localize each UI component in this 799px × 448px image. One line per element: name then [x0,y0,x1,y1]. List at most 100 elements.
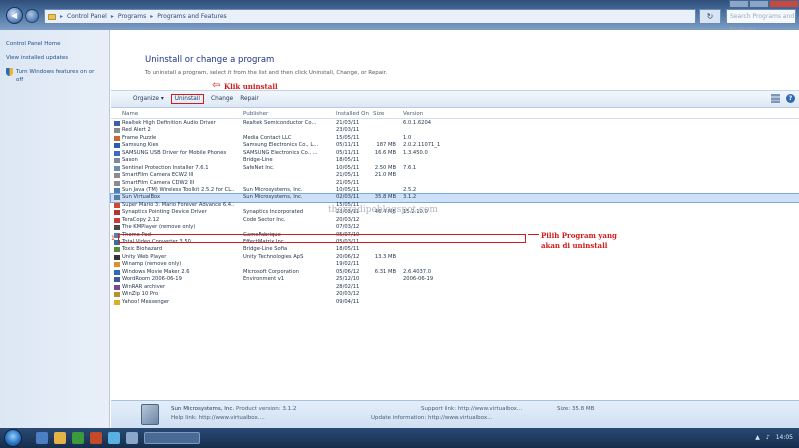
forward-button[interactable] [25,9,39,23]
details-support-link[interactable]: Support link: http://www.virtualbox... [421,406,522,412]
program-size: 2.50 MB [374,164,396,171]
table-row[interactable]: SmartFilm Camera ECW2 III 21/05/11 21.0 MB [111,172,799,179]
details-update-info[interactable]: Update information: http://www.virtualbo… [371,415,492,421]
table-row[interactable]: Sun VirtualBox Sun Microsystems, Inc. 02/0… [110,193,799,203]
clock[interactable]: 14:05 [776,434,793,441]
program-name: Toxic Biohazard [122,246,163,253]
link-control-panel-home[interactable]: Control Panel Home [6,40,103,48]
program-icon [114,165,120,171]
search-input[interactable]: Search Programs and Features [726,9,796,33]
table-row[interactable]: Winamp (remove only) 19/02/11 [111,261,799,268]
firefox-icon[interactable] [90,432,102,444]
start-button[interactable] [4,429,22,447]
network-icon[interactable]: ▲ [755,434,760,441]
help-icon[interactable]: ? [786,94,795,103]
ie-icon[interactable] [36,432,48,444]
address-bar[interactable]: ▸ Control Panel ▸ Programs ▸ Programs an… [44,9,696,24]
table-row[interactable]: WinRAR archiver 28/02/11 [111,284,799,291]
table-row[interactable]: Red Alert 2 23/03/11 [111,127,799,134]
breadcrumb-separator-icon: ▸ [110,13,114,20]
media-player-icon[interactable] [72,432,84,444]
program-icon [114,299,120,305]
program-name: SAMSUNG USB Driver for Mobile Phones [122,149,227,156]
refresh-icon: ↻ [706,12,714,21]
breadcrumb-programs[interactable]: Programs [118,13,146,20]
minimize-button[interactable] [729,0,749,8]
program-name: Winamp (remove only) [122,261,182,268]
program-installed-on: 07/03/12 [336,224,360,231]
back-button[interactable]: ◀ [6,7,23,24]
app-icon[interactable] [108,432,120,444]
program-publisher: SAMSUNG Electronics Co., ... [243,149,318,156]
program-name: Frame Puzzle [122,134,157,141]
table-row[interactable]: Realtek High Definition Audio Driver Real… [111,120,799,127]
annotation-highlight-box [118,234,526,243]
program-list: Realtek High Definition Audio Driver Real… [110,120,799,306]
table-row[interactable]: The KMPlayer (remove only) 07/03/12 [111,224,799,231]
program-installed-on: 10/05/11 [336,164,360,171]
refresh-button[interactable]: ↻ [699,9,721,24]
column-header-version[interactable]: Version [403,111,423,117]
column-header-installed-on[interactable]: Installed On [336,111,369,117]
program-icon [114,143,120,149]
column-header-name[interactable]: Name [122,111,138,117]
column-header-publisher[interactable]: Publisher [243,111,268,117]
program-name: Windows Movie Maker 2.6 [122,268,190,275]
program-publisher: Sun Microsystems, Inc. [243,186,303,193]
table-row[interactable]: Saxon Bridge-Line 18/05/11 [111,157,799,164]
table-row[interactable]: Yahoo! Messenger 09/04/11 [111,299,799,306]
close-button[interactable] [769,0,799,8]
breadcrumb-separator-icon: ▸ [60,13,64,20]
table-row[interactable]: Sun Java (TM) Wireless Toolkit 2.5.2 for… [111,187,799,194]
table-row[interactable]: Windows Movie Maker 2.6 Microsoft Corpora… [111,269,799,276]
program-version: 1.0 [403,134,412,141]
window-titlebar: ◀ ▸ Control Panel ▸ Programs ▸ Programs … [0,0,799,33]
change-view-icon[interactable] [771,94,780,103]
program-icon [114,262,120,268]
table-row[interactable]: Samsung Kies Samsung Electronics Co., L..… [111,142,799,149]
program-version: 3.1.2 [403,194,417,201]
change-button[interactable]: Change [211,96,233,102]
program-icon [114,173,120,179]
table-row[interactable]: Sentinel Protection Installer 7.6.1 SafeN… [111,165,799,172]
link-view-installed-updates[interactable]: View installed updates [6,54,103,62]
breadcrumb-control-panel[interactable]: Control Panel [67,13,107,20]
table-row[interactable]: Unity Web Player Unity Technologies ApS 20… [111,254,799,261]
taskbar-window-button[interactable] [144,432,200,444]
left-navigation-pane: Control Panel Home View installed update… [0,30,110,428]
details-help-link[interactable]: Help link: http://www.virtualbox.... [171,415,265,421]
program-size: 16.6 MB [374,149,396,156]
table-row[interactable]: SAMSUNG USB Driver for Mobile Phones SAMS… [111,150,799,157]
program-installed-on: 10/05/11 [336,186,360,193]
program-publisher: Microsoft Corporation [243,268,299,275]
link-windows-features[interactable]: Turn Windows features on or off [6,68,103,84]
explorer-icon[interactable] [54,432,66,444]
annotation-pilih-program: Pilih Program yang akan di uninstall [541,231,661,251]
table-row[interactable]: Toxic Biohazard Bridge-Line Sofia 18/05/11 [111,246,799,253]
table-row[interactable]: WinZip 10 Pro 20/03/12 [111,291,799,298]
program-publisher: Samsung Electronics Co., L... [243,142,319,149]
shield-icon [6,68,13,76]
table-row[interactable]: WordRoom 2006-06-19 Environment v1 25/12/1… [111,276,799,283]
program-version: 2.0.2.11071_1 [403,142,441,149]
volume-icon[interactable]: ♪ [766,434,770,441]
column-header-size[interactable]: Size [373,111,384,117]
uninstall-button[interactable]: Uninstall [170,94,205,104]
program-installed-on: 20/03/12 [336,291,360,298]
control-panel-icon[interactable] [126,432,138,444]
organize-button[interactable]: Organize [133,96,164,102]
table-row[interactable]: SmartFilm Camera CDW2 III 21/05/11 [111,180,799,187]
page-description: To uninstall a program, select it from t… [145,70,388,76]
program-name: Sun VirtualBox [122,194,161,201]
table-row[interactable]: Frame Puzzle Media Contact LLC 15/05/11 1.0 [111,135,799,142]
taskbar: ▲ ♪ 14:05 [0,428,799,448]
table-row[interactable]: TeraCopy 2.12 Code Sector Inc. 20/03/12 [111,217,799,224]
maximize-button[interactable] [749,0,769,8]
breadcrumb-programs-and-features[interactable]: Programs and Features [157,13,226,20]
table-row[interactable]: Synaptics Pointing Device Driver Synaptic… [111,209,799,216]
program-name: TeraCopy 2.12 [122,216,160,223]
repair-button[interactable]: Repair [240,96,259,102]
page-title: Uninstall or change a program [145,55,275,65]
table-row[interactable]: Super Mario 3: Mario Forever Advance 6.4… [111,202,799,209]
program-icon [114,247,120,253]
